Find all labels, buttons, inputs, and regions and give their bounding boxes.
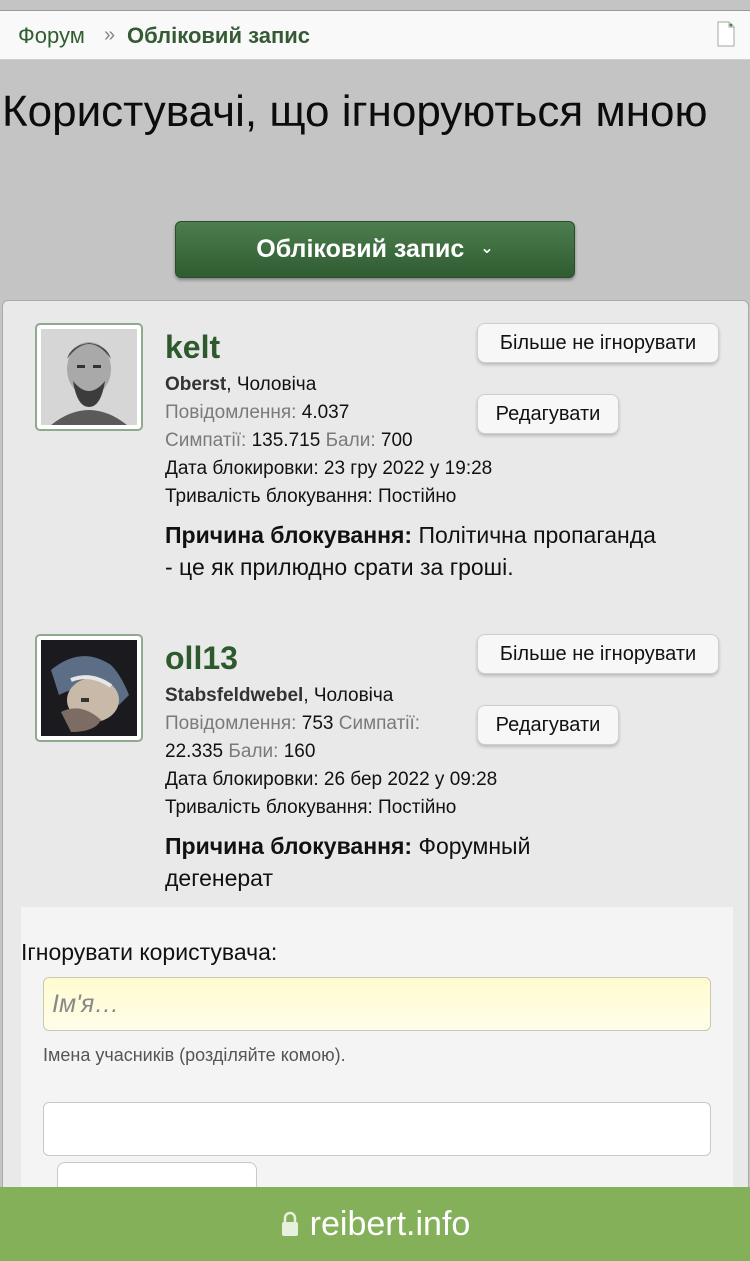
ignore-user-form: Ігнорувати користувача: Ім'я… Імена учас…	[21, 907, 733, 1212]
account-menu-button[interactable]: Обліковий запис ⌄	[175, 221, 575, 278]
page-icon[interactable]	[716, 21, 736, 47]
unignore-button[interactable]: Більше не ігнорувати	[477, 634, 719, 674]
likes-count: 22.335	[165, 741, 224, 762]
ignored-users-panel: kelt Oberst, Чоловіча Повідомлення: 4.03…	[2, 300, 749, 1212]
user-gender: Чоловіча	[236, 374, 317, 395]
block-reason: Причина блокування: Політична пропаганда…	[165, 519, 665, 583]
points-label: Бали:	[325, 430, 376, 451]
avatar[interactable]	[35, 634, 143, 742]
user-meta: Oberst, Чоловіча Повідомлення: 4.037 Сим…	[165, 374, 413, 451]
block-duration: Тривалість блокування: Постійно	[165, 486, 457, 507]
user-gender: Чоловіча	[313, 685, 394, 706]
block-date: Дата блокировки: 26 бер 2022 у 09:28	[165, 769, 498, 790]
account-menu-label: Обліковий запис	[256, 235, 465, 263]
username-input[interactable]: Ім'я…	[43, 977, 711, 1031]
points-label: Бали:	[228, 741, 279, 762]
likes-count: 135.715	[251, 430, 321, 451]
points-count: 160	[283, 741, 316, 762]
username-link[interactable]: oll13	[165, 640, 238, 677]
domain-label: reibert.info	[309, 1204, 471, 1243]
block-info: Дата блокировки: 23 гру 2022 у 19:28 Три…	[165, 455, 725, 511]
page-title: Користувачі, що ігноруються мною	[2, 87, 708, 136]
posts-label: Повідомлення:	[165, 713, 297, 734]
avatar[interactable]	[35, 323, 143, 431]
points-count: 700	[380, 430, 413, 451]
posts-count: 4.037	[301, 402, 350, 423]
block-date: Дата блокировки: 23 гру 2022 у 19:28	[165, 458, 493, 479]
username-link[interactable]: kelt	[165, 329, 220, 366]
block-duration: Тривалість блокування: Постійно	[165, 797, 457, 818]
secondary-input[interactable]	[43, 1102, 711, 1156]
chevron-down-icon: ⌄	[480, 239, 494, 257]
user-meta: Stabsfeldwebel, Чоловіча Повідомлення: 7…	[165, 685, 421, 762]
edit-button[interactable]: Редагувати	[477, 394, 619, 434]
posts-label: Повідомлення:	[165, 402, 297, 423]
breadcrumb-current-link[interactable]: Обліковий запис	[127, 23, 310, 49]
user-title: Stabsfeldwebel	[165, 685, 304, 706]
browser-address-bar[interactable]: reibert.info	[0, 1187, 750, 1261]
user-title: Oberst	[165, 374, 227, 395]
block-reason-label: Причина блокування:	[165, 522, 413, 548]
ignore-user-label: Ігнорувати користувача:	[21, 939, 278, 965]
edit-button[interactable]: Редагувати	[477, 705, 619, 745]
breadcrumb-separator: »	[104, 24, 116, 46]
likes-label: Симпатії:	[165, 430, 247, 451]
breadcrumb: Форум » Обліковий запис	[0, 10, 750, 60]
block-info: Дата блокировки: 26 бер 2022 у 09:28 Три…	[165, 766, 725, 822]
unignore-button[interactable]: Більше не ігнорувати	[477, 323, 719, 363]
posts-count: 753	[301, 713, 334, 734]
block-reason: Причина блокування: Форумный дегенерат	[165, 830, 615, 894]
lock-icon	[281, 1211, 298, 1236]
breadcrumb-home-link[interactable]: Форум	[18, 23, 85, 49]
likes-label: Симпатії:	[338, 713, 421, 734]
username-hint: Імена учасників (розділяйте комою).	[43, 1045, 346, 1065]
block-reason-label: Причина блокування:	[165, 833, 413, 859]
